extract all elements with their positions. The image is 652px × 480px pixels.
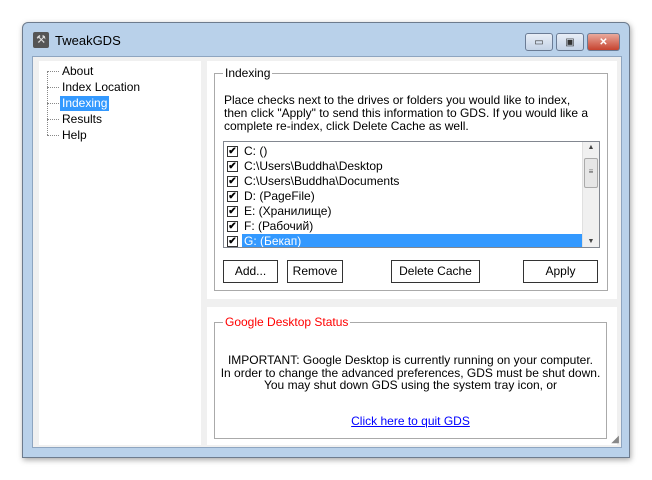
scroll-up-icon[interactable]: ▲	[583, 144, 599, 151]
list-item[interactable]: ✔ F: (Рабочий)	[225, 219, 582, 234]
resize-grip-icon[interactable]: ◢	[611, 434, 619, 445]
tree-connector	[47, 87, 59, 88]
tree-item-results[interactable]: Results	[60, 112, 104, 127]
checkbox[interactable]: ✔	[227, 146, 238, 157]
delete-cache-button[interactable]: Delete Cache	[391, 260, 480, 283]
app-icon: ⚒	[33, 32, 49, 48]
index-folder-list[interactable]: ✔ C: () ✔ C:\Users\Buddha\Desktop ✔ C:\User…	[223, 141, 600, 248]
indexing-panel: Indexing Place checks next to the drives…	[207, 61, 617, 299]
tree-connector	[47, 71, 59, 72]
client-area: About Index Location Indexing Results He…	[32, 56, 622, 448]
status-group: Google Desktop Status IMPORTANT: Google …	[214, 315, 607, 439]
indexing-group-label: Indexing	[223, 66, 273, 80]
checkbox[interactable]: ✔	[227, 176, 238, 187]
list-item-label: C: ()	[244, 144, 268, 158]
quit-gds-link[interactable]: Click here to quit GDS	[351, 414, 470, 428]
tree-item-help[interactable]: Help	[60, 128, 89, 143]
list-item-label: D: (PageFile)	[244, 189, 315, 203]
tree-item-about[interactable]: About	[60, 64, 95, 79]
status-line: IMPORTANT: Google Desktop is currently r…	[227, 353, 594, 367]
tree-connector	[47, 135, 59, 136]
list-item-label: G: (Бекап)	[242, 234, 582, 247]
tree-item-indexing[interactable]: Indexing	[60, 96, 110, 111]
window-title: TweakGDS	[55, 33, 121, 48]
list-item[interactable]: ✔ D: (PageFile)	[225, 189, 582, 204]
status-line: You may shut down GDS using the system t…	[263, 378, 558, 392]
minimize-button[interactable]: ▭	[525, 33, 553, 51]
minimize-icon: ▭	[534, 36, 544, 48]
remove-button[interactable]: Remove	[287, 260, 343, 283]
list-item[interactable]: ✔ C: ()	[225, 144, 582, 159]
indexing-instructions: Place checks next to the drives or folde…	[224, 93, 589, 133]
status-message: IMPORTANT: Google Desktop is currently r…	[215, 354, 606, 392]
tree-item-index-location[interactable]: Index Location	[60, 80, 142, 95]
tree-connector	[47, 119, 59, 120]
close-icon: ✕	[599, 36, 608, 48]
checkbox[interactable]: ✔	[227, 236, 238, 247]
list-item[interactable]: ✔ E: (Хранилище)	[225, 204, 582, 219]
scroll-down-icon[interactable]: ▼	[583, 238, 599, 245]
apply-button[interactable]: Apply	[523, 260, 598, 283]
maximize-icon: ▣	[565, 36, 575, 48]
status-panel: Google Desktop Status IMPORTANT: Google …	[207, 307, 617, 445]
list-item[interactable]: ✔ C:\Users\Buddha\Documents	[225, 174, 582, 189]
list-item-label: E: (Хранилище)	[244, 204, 332, 218]
list-item-label: C:\Users\Buddha\Documents	[244, 174, 400, 188]
list-scrollbar[interactable]: ▲ ≡ ▼	[582, 142, 599, 247]
list-item-label: F: (Рабочий)	[244, 219, 314, 233]
checkbox[interactable]: ✔	[227, 191, 238, 202]
list-item-label: C:\Users\Buddha\Desktop	[244, 159, 383, 173]
close-button[interactable]: ✕	[587, 33, 620, 51]
list-item-selected[interactable]: ✔ G: (Бекап)	[225, 234, 582, 247]
list-item[interactable]: ✔ C:\Users\Buddha\Desktop	[225, 159, 582, 174]
scroll-thumb[interactable]: ≡	[584, 158, 598, 188]
app-window: ⚒ TweakGDS ▭ ▣ ✕ About Index Location In…	[22, 22, 630, 458]
status-group-label: Google Desktop Status	[223, 315, 351, 329]
tree-connector	[47, 103, 59, 104]
checkbox[interactable]: ✔	[227, 221, 238, 232]
checkbox[interactable]: ✔	[227, 161, 238, 172]
indexing-group: Indexing Place checks next to the drives…	[214, 66, 608, 291]
add-button[interactable]: Add...	[223, 260, 278, 283]
checkbox[interactable]: ✔	[227, 206, 238, 217]
maximize-button[interactable]: ▣	[556, 33, 584, 51]
navigation-tree[interactable]: About Index Location Indexing Results He…	[39, 61, 201, 445]
